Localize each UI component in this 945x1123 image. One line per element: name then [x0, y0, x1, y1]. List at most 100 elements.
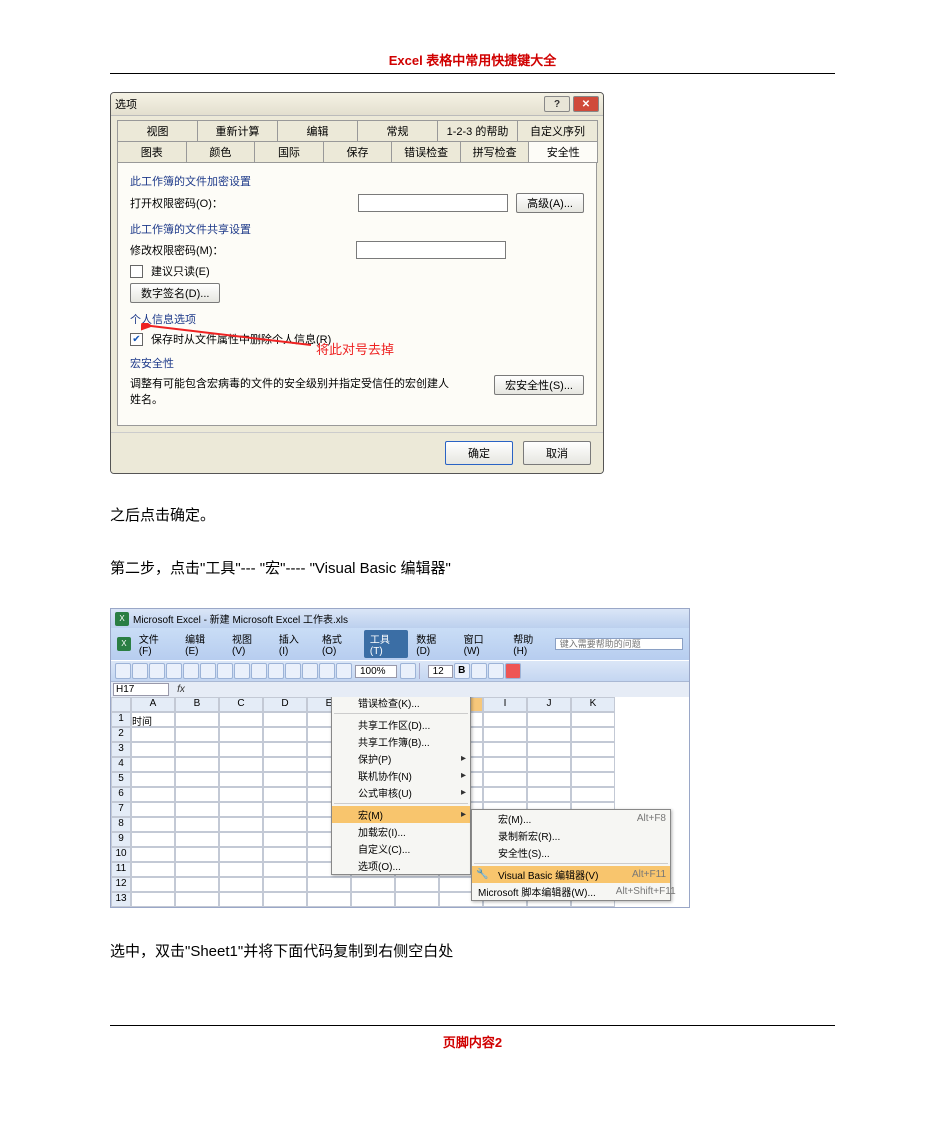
toolbar-cut-icon[interactable] [217, 663, 233, 679]
cell[interactable] [219, 802, 263, 817]
row-header[interactable]: 4 [111, 757, 131, 772]
cell[interactable] [131, 772, 175, 787]
cell[interactable] [307, 877, 351, 892]
cell[interactable] [527, 757, 571, 772]
close-button[interactable]: ✕ [573, 96, 599, 112]
toolbar-print-icon[interactable] [166, 663, 182, 679]
tab-recalc[interactable]: 重新计算 [197, 120, 278, 141]
cell[interactable] [527, 727, 571, 742]
cell[interactable] [483, 727, 527, 742]
toolbar-preview-icon[interactable] [183, 663, 199, 679]
toolbar-sort-icon[interactable] [319, 663, 335, 679]
cell[interactable] [483, 757, 527, 772]
cell[interactable] [571, 727, 615, 742]
menu-data[interactable]: 数据(D) [410, 630, 455, 658]
cell[interactable] [263, 817, 307, 832]
cell[interactable] [571, 787, 615, 802]
cell[interactable] [219, 742, 263, 757]
menu-item[interactable]: 🔧Visual Basic 编辑器(V)Alt+F11 [472, 866, 670, 883]
row-header[interactable]: 10 [111, 847, 131, 862]
cell[interactable] [175, 877, 219, 892]
cell[interactable] [219, 757, 263, 772]
cell[interactable] [263, 742, 307, 757]
col-header[interactable]: A [131, 697, 175, 712]
toolbar-chart-icon[interactable] [336, 663, 352, 679]
help-button[interactable]: ? [544, 96, 570, 112]
cell[interactable] [263, 877, 307, 892]
name-box[interactable]: H17 [113, 683, 169, 696]
cell[interactable] [483, 712, 527, 727]
advanced-button[interactable]: 高级(A)... [516, 193, 584, 213]
menu-item[interactable]: 宏(M)...Alt+F8 [472, 810, 670, 827]
cell[interactable] [175, 817, 219, 832]
cancel-button[interactable]: 取消 [523, 441, 591, 465]
cell[interactable] [263, 757, 307, 772]
tab-errorcheck[interactable]: 错误检查 [391, 141, 461, 163]
cell[interactable] [131, 877, 175, 892]
cell[interactable] [263, 862, 307, 877]
cell[interactable] [131, 757, 175, 772]
help-search-input[interactable] [555, 638, 683, 650]
menu-item[interactable]: 错误检查(K)... [332, 697, 470, 711]
cell[interactable] [175, 757, 219, 772]
row-header[interactable]: 7 [111, 802, 131, 817]
tab-save[interactable]: 保存 [323, 141, 393, 163]
cell[interactable]: 时间 [131, 712, 175, 727]
cell[interactable] [395, 892, 439, 907]
cell[interactable] [527, 772, 571, 787]
cell[interactable] [131, 817, 175, 832]
menu-item[interactable]: 自定义(C)... [332, 840, 470, 857]
macro-security-button[interactable]: 宏安全性(S)... [494, 375, 584, 395]
toolbar-paste-icon[interactable] [251, 663, 267, 679]
remove-personal-checkbox[interactable]: ✔ [130, 333, 143, 346]
cell[interactable] [571, 757, 615, 772]
row-header[interactable]: 5 [111, 772, 131, 787]
cell[interactable] [219, 877, 263, 892]
row-header[interactable]: 13 [111, 892, 131, 907]
tab-spellcheck[interactable]: 拼写检查 [460, 141, 530, 163]
cell[interactable] [219, 892, 263, 907]
toolbar-copy-icon[interactable] [234, 663, 250, 679]
cell[interactable] [307, 892, 351, 907]
toolbar-sum-icon[interactable] [302, 663, 318, 679]
toolbar-spell-icon[interactable] [200, 663, 216, 679]
tab-123help[interactable]: 1-2-3 的帮助 [437, 120, 518, 141]
select-all[interactable] [111, 697, 131, 712]
row-header[interactable]: 9 [111, 832, 131, 847]
cell[interactable] [483, 742, 527, 757]
modify-password-input[interactable] [356, 241, 506, 259]
cell[interactable] [131, 892, 175, 907]
cell[interactable] [219, 712, 263, 727]
row-header[interactable]: 12 [111, 877, 131, 892]
cell[interactable] [571, 712, 615, 727]
cell[interactable] [131, 802, 175, 817]
cell[interactable] [175, 802, 219, 817]
cell[interactable] [131, 727, 175, 742]
cell[interactable] [527, 787, 571, 802]
cell[interactable] [571, 772, 615, 787]
menu-view[interactable]: 视图(V) [226, 630, 271, 658]
cell[interactable] [131, 862, 175, 877]
menu-item[interactable]: 保护(P)▸ [332, 750, 470, 767]
cell[interactable] [219, 772, 263, 787]
col-header[interactable]: B [175, 697, 219, 712]
tab-general[interactable]: 常规 [357, 120, 438, 141]
cell[interactable] [351, 892, 395, 907]
cell[interactable] [219, 847, 263, 862]
cell[interactable] [175, 772, 219, 787]
menu-help[interactable]: 帮助(H) [507, 630, 552, 658]
menu-item[interactable]: 加载宏(I)... [332, 823, 470, 840]
col-header[interactable]: D [263, 697, 307, 712]
zoom-select[interactable]: 100% [355, 665, 397, 678]
cell[interactable] [175, 892, 219, 907]
cell[interactable] [175, 742, 219, 757]
toolbar-align-icon[interactable] [471, 663, 487, 679]
menu-item[interactable]: 联机协作(N)▸ [332, 767, 470, 784]
toolbar-new-icon[interactable] [115, 663, 131, 679]
row-header[interactable]: 8 [111, 817, 131, 832]
menu-tools[interactable]: 工具(T) [364, 630, 408, 658]
tab-chart[interactable]: 图表 [117, 141, 187, 163]
row-header[interactable]: 6 [111, 787, 131, 802]
cell[interactable] [219, 832, 263, 847]
cell[interactable] [527, 742, 571, 757]
